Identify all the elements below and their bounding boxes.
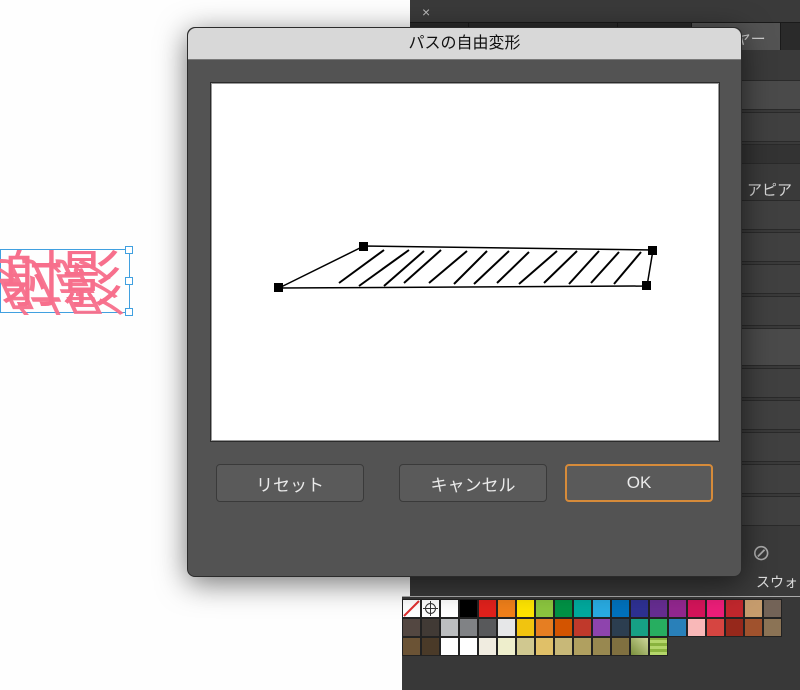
color-swatch[interactable] bbox=[459, 637, 478, 656]
color-swatch[interactable] bbox=[402, 618, 421, 637]
color-swatch[interactable] bbox=[668, 599, 687, 618]
dialog-title[interactable]: パスの自由変形 bbox=[188, 28, 741, 60]
swatch-registration-icon[interactable] bbox=[421, 599, 440, 618]
color-swatch[interactable] bbox=[516, 599, 535, 618]
color-swatch[interactable] bbox=[744, 618, 763, 637]
color-swatch[interactable] bbox=[649, 599, 668, 618]
swatches-panel bbox=[402, 596, 800, 690]
color-swatch[interactable] bbox=[554, 599, 573, 618]
color-swatch[interactable] bbox=[687, 618, 706, 637]
swatch-pattern[interactable] bbox=[630, 637, 649, 656]
color-swatch[interactable] bbox=[687, 599, 706, 618]
color-swatch[interactable] bbox=[573, 618, 592, 637]
color-swatch[interactable] bbox=[611, 599, 630, 618]
color-swatch[interactable] bbox=[554, 637, 573, 656]
color-swatch[interactable] bbox=[611, 618, 630, 637]
color-swatch[interactable] bbox=[402, 637, 421, 656]
color-swatch[interactable] bbox=[706, 599, 725, 618]
color-swatch[interactable] bbox=[497, 637, 516, 656]
dialog-body: リセット キャンセル OK bbox=[188, 60, 741, 524]
distort-handle-ne bbox=[648, 246, 657, 255]
color-swatch[interactable] bbox=[478, 599, 497, 618]
distort-preview[interactable] bbox=[210, 82, 720, 442]
selection-handle-ne[interactable] bbox=[125, 246, 133, 254]
color-swatch[interactable] bbox=[649, 618, 668, 637]
color-swatch[interactable] bbox=[440, 637, 459, 656]
swatch-pattern[interactable] bbox=[649, 637, 668, 656]
artwork-selection[interactable]: 射影 射影 bbox=[0, 249, 130, 377]
color-swatch[interactable] bbox=[706, 618, 725, 637]
color-swatch[interactable] bbox=[725, 599, 744, 618]
color-swatch[interactable] bbox=[516, 637, 535, 656]
close-icon[interactable]: × bbox=[422, 4, 430, 20]
color-swatch[interactable] bbox=[459, 618, 478, 637]
color-swatch[interactable] bbox=[440, 618, 459, 637]
color-swatch[interactable] bbox=[725, 618, 744, 637]
color-swatch[interactable] bbox=[421, 618, 440, 637]
distort-handle-sw bbox=[274, 283, 283, 292]
distorted-path-preview[interactable] bbox=[269, 238, 669, 308]
color-swatch[interactable] bbox=[763, 618, 782, 637]
color-swatch[interactable] bbox=[459, 599, 478, 618]
color-swatch[interactable] bbox=[421, 637, 440, 656]
dialog-button-row: リセット キャンセル OK bbox=[210, 464, 719, 502]
color-swatch[interactable] bbox=[478, 637, 497, 656]
color-swatch[interactable] bbox=[535, 637, 554, 656]
color-swatch[interactable] bbox=[630, 599, 649, 618]
color-swatch[interactable] bbox=[573, 637, 592, 656]
swatch-none-icon[interactable] bbox=[402, 599, 421, 618]
ok-button[interactable]: OK bbox=[565, 464, 713, 502]
reset-button[interactable]: リセット bbox=[216, 464, 364, 502]
color-swatch[interactable] bbox=[516, 618, 535, 637]
color-swatch[interactable] bbox=[592, 637, 611, 656]
color-swatch[interactable] bbox=[668, 618, 687, 637]
free-distort-dialog: パスの自由変形 bbox=[187, 27, 742, 577]
color-swatch[interactable] bbox=[573, 599, 592, 618]
color-swatch[interactable] bbox=[535, 599, 554, 618]
not-allowed-icon[interactable]: ⊘ bbox=[752, 540, 770, 566]
color-swatch[interactable] bbox=[744, 599, 763, 618]
color-swatch[interactable] bbox=[554, 618, 573, 637]
color-swatch[interactable] bbox=[478, 618, 497, 637]
color-swatch[interactable] bbox=[592, 618, 611, 637]
cancel-button[interactable]: キャンセル bbox=[399, 464, 547, 502]
color-swatch[interactable] bbox=[592, 599, 611, 618]
swatches-label[interactable]: スウォ bbox=[756, 572, 798, 592]
distort-handle-nw bbox=[359, 242, 368, 251]
color-swatch[interactable] bbox=[535, 618, 554, 637]
color-swatch[interactable] bbox=[440, 599, 459, 618]
distort-handle-se bbox=[642, 281, 651, 290]
color-swatch[interactable] bbox=[630, 618, 649, 637]
color-swatch[interactable] bbox=[497, 618, 516, 637]
color-swatch[interactable] bbox=[763, 599, 782, 618]
color-swatch[interactable] bbox=[611, 637, 630, 656]
color-swatch[interactable] bbox=[497, 599, 516, 618]
selection-handle-e[interactable] bbox=[125, 277, 133, 285]
